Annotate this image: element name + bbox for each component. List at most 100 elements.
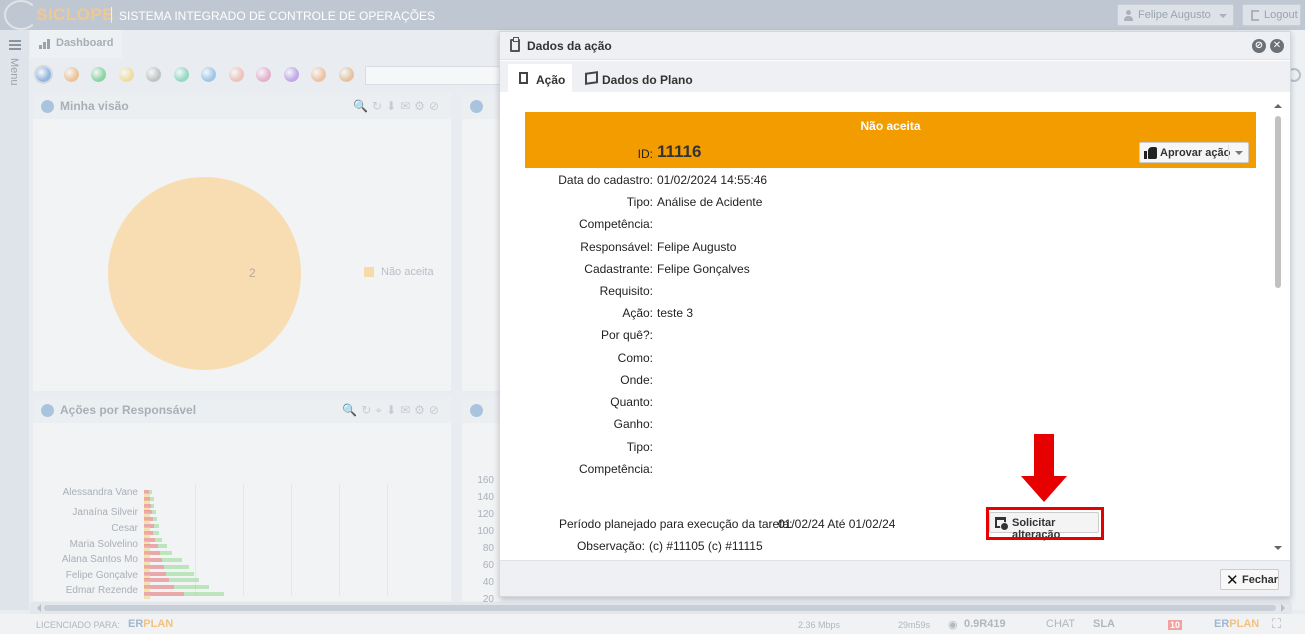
- hamburger-icon[interactable]: [9, 40, 21, 50]
- bar-segment: [150, 496, 154, 501]
- dialog-scrollbar[interactable]: [1273, 100, 1283, 556]
- field-row: Ganho:: [508, 417, 928, 433]
- field-label: Como:: [617, 351, 653, 365]
- side-menu[interactable]: Menu: [0, 30, 29, 610]
- filter-dot[interactable]: [173, 67, 189, 82]
- responsavel-name: Janaína Silveir: [72, 507, 138, 518]
- bar-segment: [153, 530, 159, 535]
- observacao-value: (c) #11105 (c) #11115: [649, 539, 763, 553]
- legend-label: Não aceita: [381, 266, 434, 278]
- close-icon[interactable]: ✕: [1270, 39, 1284, 53]
- filter-dot[interactable]: [146, 67, 161, 82]
- scrollbar-thumb[interactable]: [1275, 116, 1281, 288]
- panel-title: Ações por Responsável: [60, 403, 197, 417]
- bar-segment: [169, 578, 199, 583]
- field-value: Felipe Augusto: [657, 240, 737, 254]
- field-label: Tipo:: [626, 195, 653, 209]
- bar-segment: [160, 551, 172, 556]
- filter-dot[interactable]: [338, 67, 354, 82]
- tab-acao-label: Ação: [536, 73, 566, 87]
- notification-badge[interactable]: 10: [1168, 620, 1183, 630]
- field-value: Análise de Acidente: [657, 195, 763, 209]
- chevron-down-icon[interactable]: [1235, 151, 1243, 159]
- user-menu-button[interactable]: Felipe Augusto: [1117, 4, 1234, 26]
- field-label: Tipo:: [626, 440, 653, 454]
- field-row: Competência:: [508, 217, 928, 233]
- tab-acao[interactable]: Ação: [508, 64, 572, 92]
- field-row: Ação: teste 3: [508, 306, 928, 322]
- panel-dot-icon: [41, 404, 54, 417]
- dialog-footer: ✕ Fechar: [500, 560, 1290, 596]
- field-row: Quanto:: [508, 395, 928, 411]
- aprovar-acao-button[interactable]: Aprovar ação: [1139, 142, 1249, 163]
- chat-button[interactable]: CHAT: [1046, 618, 1075, 630]
- top-bar: SICLOPE SISTEMA INTEGRADO DE CONTROLE DE…: [0, 0, 1305, 30]
- erplan-logo: ERPLAN: [1214, 618, 1260, 630]
- field-row: Por quê?:: [508, 328, 928, 344]
- highlight-box: [986, 507, 1104, 540]
- field-label: Responsável:: [580, 240, 653, 254]
- scroll-left-icon[interactable]: [33, 604, 41, 612]
- logout-icon: [1251, 10, 1259, 21]
- field-row: Como:: [508, 351, 928, 367]
- bar-segment: [164, 564, 189, 569]
- period-row: Período planejado para execução da taref…: [508, 517, 928, 533]
- fullscreen-icon[interactable]: ⛶: [1272, 616, 1281, 632]
- tab-dados-do-plano-label: Dados do Plano: [602, 73, 693, 87]
- brand-divider: [111, 7, 112, 23]
- chart-bars-icon: [39, 39, 52, 49]
- horizontal-scrollbar[interactable]: [30, 602, 1292, 614]
- bar-segment: [152, 510, 156, 515]
- dashboard-search-input[interactable]: [365, 66, 505, 85]
- bar-segment: [153, 517, 157, 522]
- scrollbar-thumb[interactable]: [44, 605, 1276, 611]
- filter-dot[interactable]: [91, 67, 106, 82]
- bar-segment: [162, 558, 182, 562]
- field-row: Cadastrante: Felipe Gonçalves: [508, 262, 928, 278]
- field-label: ID:: [637, 147, 653, 161]
- thumbs-up-icon: [1144, 147, 1157, 159]
- filter-dot[interactable]: [283, 67, 299, 82]
- panel-tools-icons[interactable]: 🔍↻⬇✉⚙⊘: [353, 99, 443, 113]
- clipboard-icon: [510, 37, 520, 52]
- filter-dot[interactable]: [118, 67, 134, 82]
- responsavel-name: Cesar: [111, 523, 138, 534]
- scroll-down-icon[interactable]: [1274, 546, 1282, 554]
- filter-dot[interactable]: [311, 67, 326, 82]
- tab-dashboard-label: Dashboard: [56, 37, 114, 49]
- filter-dot[interactable]: [228, 67, 244, 82]
- bar-segment: [151, 503, 154, 508]
- filter-dot[interactable]: [36, 67, 51, 82]
- responsavel-name: Alana Santos Mo: [61, 554, 138, 565]
- panel-header: Ações por Responsável 🔍↻⌖⬇✉⚙⊘: [33, 397, 451, 423]
- scroll-right-icon[interactable]: [1281, 604, 1289, 612]
- brand-subtitle: SISTEMA INTEGRADO DE CONTROLE DE OPERAÇÕ…: [119, 9, 436, 23]
- eye-icon: ◉: [948, 619, 958, 631]
- sla-dropdown[interactable]: SLA: [1093, 618, 1115, 630]
- minimize-icon[interactable]: ⊘: [1252, 39, 1266, 53]
- period-value: 01/02/24 Até 01/02/24: [778, 517, 896, 531]
- scroll-up-icon[interactable]: [1274, 100, 1282, 108]
- panel-dot-icon: [41, 100, 54, 113]
- filter-dot[interactable]: [201, 67, 216, 82]
- field-label: Quanto:: [610, 395, 653, 409]
- panel-dot-icon: [470, 404, 483, 417]
- field-label: Onde:: [620, 373, 653, 387]
- logout-button[interactable]: Logout: [1242, 4, 1301, 26]
- fechar-button[interactable]: ✕ Fechar: [1220, 569, 1279, 590]
- y-tick-label: 140: [477, 492, 494, 503]
- chevron-down-icon: [1219, 14, 1227, 22]
- logout-label: Logout: [1264, 9, 1298, 21]
- responsavel-name: Maria Solvelino: [69, 539, 138, 550]
- panel-partial: [462, 93, 502, 391]
- network-speed: 2.36 Mbps: [798, 620, 841, 630]
- responsavel-name: Edmar Rezende: [65, 585, 138, 596]
- tab-dados-do-plano[interactable]: Dados do Plano: [574, 64, 694, 92]
- pie-slice: [108, 177, 301, 370]
- tab-dashboard[interactable]: Dashboard: [30, 30, 122, 58]
- dialog-header: Dados da ação ⊘ ✕: [500, 32, 1290, 60]
- observacao-row: Observação: (c) #11105 (c) #11115: [508, 539, 928, 555]
- filter-dot[interactable]: [256, 67, 271, 82]
- filter-dot[interactable]: [63, 67, 79, 82]
- panel-tools-icons[interactable]: 🔍↻⌖⬇✉⚙⊘: [342, 403, 443, 418]
